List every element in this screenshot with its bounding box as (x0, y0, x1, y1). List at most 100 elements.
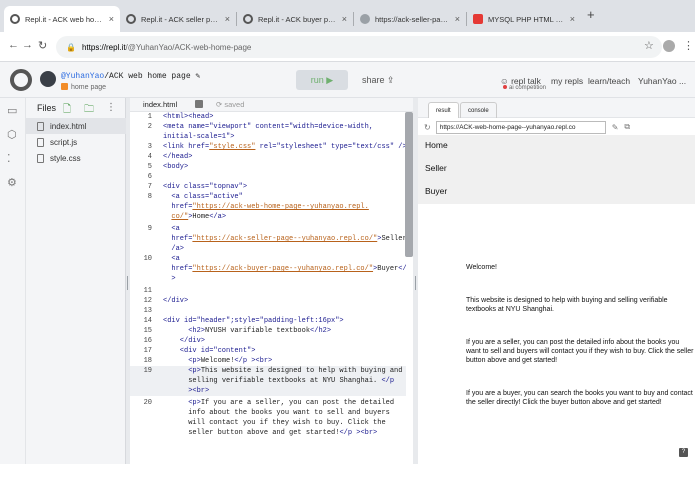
share-button[interactable]: share ⇪ (362, 75, 395, 86)
tab-title: Repl.it - ACK buyer page (258, 14, 338, 24)
repl-language: home page (61, 83, 106, 91)
editor-tab-index-html[interactable]: index.html (143, 100, 177, 109)
code-line: ><br> (130, 386, 406, 396)
code-line: will contact you if they wish to buy. Cl… (188, 419, 386, 427)
repl-header: @YuhanYao/ACK web home page ✎ home page … (0, 62, 695, 98)
file-label: script.js (50, 137, 78, 147)
edit-pencil-icon[interactable]: ✎ (612, 123, 619, 132)
site-topnav: Home Seller Buyer (418, 135, 695, 204)
tab-title: https://ack-seller-page--yuha (375, 14, 451, 24)
debugger-icon[interactable]: ⁚ (7, 152, 11, 165)
replit-favicon-icon (10, 14, 20, 24)
forward-icon[interactable]: → (22, 39, 33, 51)
code-line: 17 <div id="content"> (143, 347, 256, 355)
open-new-tab-icon[interactable]: ⧉ (624, 122, 630, 132)
editor-scrollbar[interactable] (405, 112, 413, 257)
files-icon[interactable]: ▭ (7, 104, 17, 117)
site-nav-seller[interactable]: Seller (425, 163, 447, 173)
nav-learn-teach[interactable]: learn/teach (588, 76, 630, 86)
code-line: 2 <meta name="viewport" content="width=de… (147, 123, 374, 131)
nav-my-repls[interactable]: my repls (551, 76, 583, 86)
packages-icon[interactable]: ⬡ (7, 128, 17, 141)
close-icon[interactable]: × (225, 14, 230, 24)
lock-icon: 🔒 (66, 42, 76, 52)
repl-owner-link[interactable]: @YuhanYao (61, 72, 104, 81)
add-file-icon[interactable]: 🗋 (63, 102, 71, 119)
code-line: 20 <p>If you are a seller, you can post … (143, 399, 395, 407)
browser-tab-home[interactable]: Repl.it - ACK web home page × (4, 6, 120, 32)
repl-name: /ACK web home page (104, 72, 191, 81)
replit-logo-icon[interactable] (10, 69, 32, 91)
nav-user-menu[interactable]: YuhanYao ... (638, 76, 686, 86)
replit-favicon-icon (126, 14, 136, 24)
profile-avatar[interactable] (663, 40, 675, 52)
file-icon (37, 153, 44, 163)
code-line: /a> (163, 245, 185, 253)
output-tabs: result console (418, 98, 695, 118)
file-item-index-html[interactable]: index.html (26, 118, 126, 134)
talk-sub-label: ai competition (509, 85, 547, 91)
tab-result[interactable]: result (428, 102, 459, 118)
browser-tab-seller[interactable]: Repl.it - ACK seller page × (120, 6, 236, 32)
close-icon[interactable]: × (109, 14, 114, 24)
code-line: 12 </div> (143, 297, 189, 305)
edit-pencil-icon[interactable]: ✎ (195, 72, 200, 81)
youtube-icon (473, 14, 483, 24)
code-line: 4 </head> (147, 153, 193, 161)
files-panel: Files 🗋 🗀 ⋮ index.html script.js style.c… (26, 98, 126, 464)
browser-tab-youtube[interactable]: MYSQL PHP HTML Forum tuto × (467, 6, 581, 32)
new-tab-icon[interactable]: + (587, 7, 595, 22)
repl-language-label: home page (71, 84, 107, 91)
avatar[interactable] (40, 71, 56, 87)
code-line: > (163, 275, 176, 283)
code-line: 13 (143, 307, 152, 315)
share-label: share (362, 75, 385, 85)
help-button[interactable]: ? (679, 448, 688, 457)
bookmark-star-icon[interactable]: ☆ (644, 39, 654, 52)
preview-url-input[interactable]: https://ACK-web-home-page--yuhanyao.repl… (435, 120, 606, 134)
code-line: href="https://ack-web-home-page--yuhanya… (163, 203, 369, 211)
run-button[interactable]: run ▶ (296, 70, 348, 90)
file-icon (37, 121, 44, 131)
site-nav-buyer[interactable]: Buyer (425, 186, 447, 196)
url-input[interactable]: 🔒 https://repl.it/@YuhanYao/ACK-web-home… (56, 36, 662, 58)
code-line: initial-scale=1"> (163, 133, 235, 141)
browser-tab-seller-page[interactable]: https://ack-seller-page--yuha × (354, 6, 466, 32)
format-icon[interactable] (195, 100, 203, 108)
settings-gear-icon[interactable]: ⚙ (7, 176, 17, 189)
drag-handle-icon (415, 276, 416, 290)
code-area[interactable]: 1 <html><head> 2 <meta name="viewport" con… (130, 112, 406, 436)
address-bar: ← → ↻ 🔒 https://repl.it/@YuhanYao/ACK-we… (0, 32, 695, 62)
close-icon[interactable]: × (570, 14, 575, 24)
more-options-icon[interactable]: ⋮ (106, 102, 116, 113)
site-seller-paragraph: If you are a seller, you can post the de… (466, 339, 694, 364)
file-label: style.css (50, 153, 81, 163)
site-nav-home[interactable]: Home (425, 140, 448, 150)
reload-icon[interactable]: ↻ (38, 39, 47, 52)
tab-title: Repl.it - ACK seller page (141, 14, 221, 24)
tab-console[interactable]: console (460, 102, 497, 118)
code-line: 9 <a (147, 225, 180, 233)
close-icon[interactable]: × (342, 14, 347, 24)
repl-title: @YuhanYao/ACK web home page ✎ (61, 71, 200, 81)
code-line: selling verifiable textbooks at NYU Shan… (130, 376, 406, 386)
refresh-icon[interactable]: ↻ (424, 123, 431, 132)
code-editor: index.html ⟳ saved 1 <html><head> 2 <meta … (130, 98, 413, 464)
editor-tabs: index.html ⟳ saved (130, 98, 413, 112)
code-line: info about the books you want to sell an… (188, 409, 390, 417)
file-item-style-css[interactable]: style.css (26, 150, 126, 166)
add-folder-icon[interactable]: 🗀 (84, 102, 94, 119)
file-item-script-js[interactable]: script.js (26, 134, 126, 150)
code-line: 16 </div> (143, 337, 206, 345)
browser-tab-buyer[interactable]: Repl.it - ACK buyer page × (237, 6, 353, 32)
code-line: 11 (143, 287, 152, 295)
url-path: /@YuhanYao/ACK-web-home-page (125, 42, 252, 52)
browser-menu-icon[interactable]: ⋮ (683, 39, 694, 52)
code-line: 15 <h2>NYUSH varifiable textbook</h2> (143, 327, 332, 335)
back-icon[interactable]: ← (8, 39, 19, 51)
activity-rail: ▭ ⬡ ⁚ ⚙ (0, 98, 26, 464)
code-line: 10 <a (143, 255, 180, 263)
site-buyer-paragraph: If you are a buyer, you can search the b… (466, 390, 693, 406)
replit-favicon-icon (243, 14, 253, 24)
close-icon[interactable]: × (455, 14, 460, 24)
